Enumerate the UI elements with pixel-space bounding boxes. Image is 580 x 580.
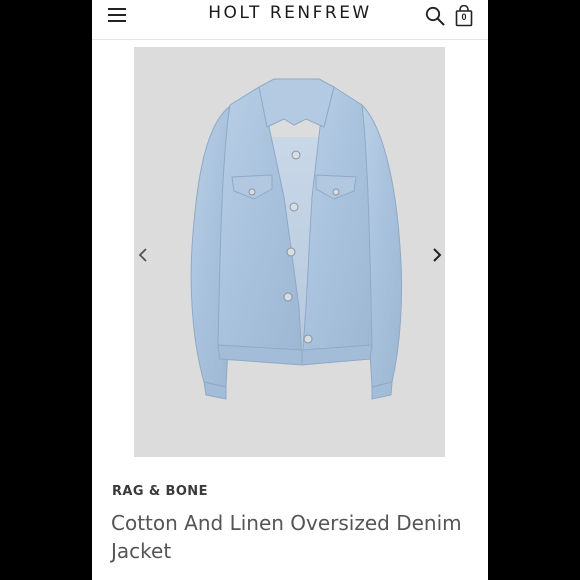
bag-count: 0 [461, 12, 467, 22]
mobile-page: HOLT RENFREW 0 RAG & BONE Cotton And Lin… [92, 0, 488, 580]
product-brand[interactable]: RAG & BONE [112, 484, 208, 499]
product-image[interactable] [134, 47, 445, 457]
product-title: Cotton And Linen Oversized Denim Jacket [111, 511, 462, 563]
chevron-right-icon[interactable] [429, 247, 445, 263]
search-icon[interactable] [425, 6, 445, 26]
chevron-left-icon[interactable] [136, 247, 152, 263]
shopping-bag-button[interactable]: 0 [454, 4, 474, 27]
denim-jacket-image [190, 78, 403, 400]
site-header: HOLT RENFREW 0 [92, 0, 488, 40]
